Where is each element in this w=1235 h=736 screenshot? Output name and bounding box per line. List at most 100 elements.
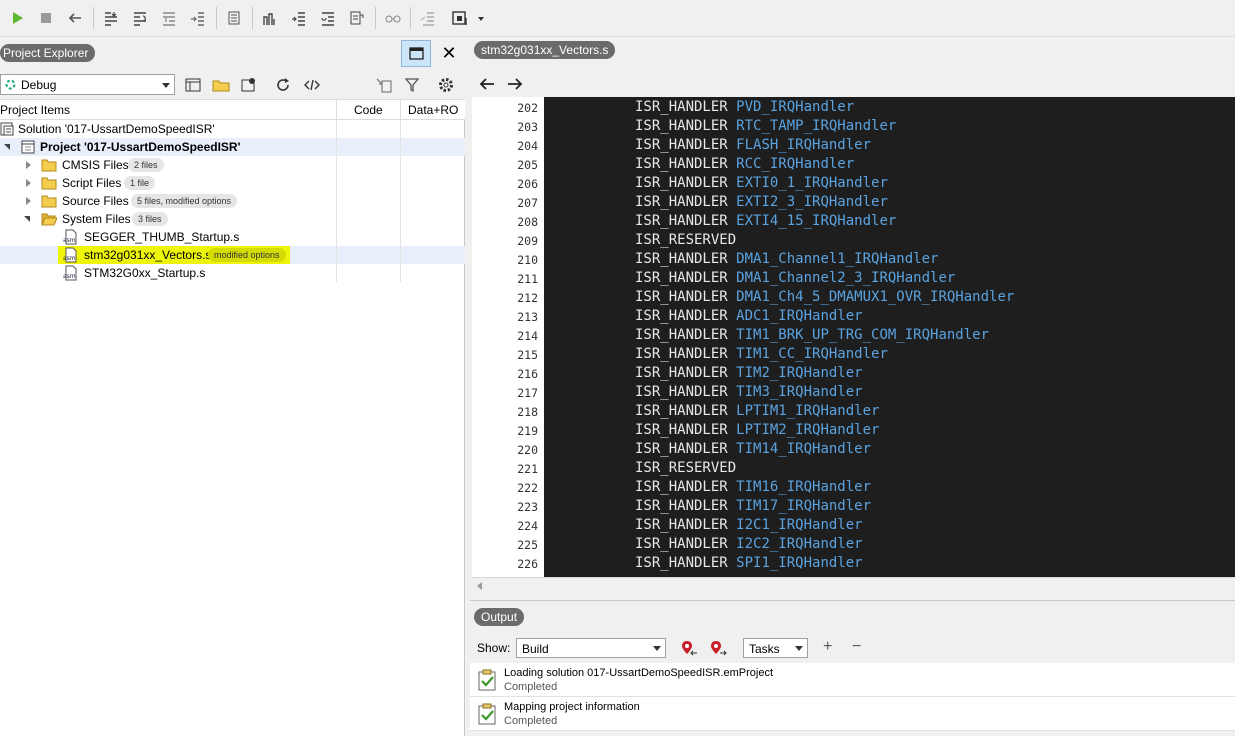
code-line[interactable]: ISR_HANDLER TIM2_IRQHandler [635, 365, 863, 381]
code-line[interactable]: ISR_HANDLER EXTI2_3_IRQHandler [635, 194, 888, 210]
gear-icon[interactable] [437, 76, 455, 94]
line-number: 209 [517, 234, 538, 248]
tree-row-source-files[interactable]: Source Files 5 files, modified options [0, 192, 465, 210]
output-message[interactable]: Mapping project information Completed [470, 697, 1235, 731]
expand-toggle[interactable] [4, 144, 10, 150]
breakpoint-list-icon[interactable] [225, 9, 243, 27]
code-identifier: FLASH_IRQHandler [736, 137, 872, 153]
step-over-icon[interactable] [131, 9, 149, 27]
line-number: 222 [517, 481, 538, 495]
build-icon[interactable] [261, 9, 279, 27]
code-line[interactable]: ISR_HANDLER RCC_IRQHandler [635, 156, 854, 172]
code-area[interactable]: ISR_HANDLER PVD_IRQHandler ISR_HANDLER RT… [544, 97, 1235, 577]
code-line[interactable]: ISR_HANDLER TIM14_IRQHandler [635, 441, 871, 457]
step-out-icon[interactable] [160, 9, 178, 27]
code-line[interactable]: ISR_RESERVED [635, 460, 736, 476]
output-title: Output [474, 608, 525, 626]
column-divider[interactable] [400, 100, 401, 120]
target-connect-icon[interactable] [451, 9, 469, 27]
code-line[interactable]: ISR_HANDLER LPTIM1_IRQHandler [635, 403, 879, 419]
step-into-icon[interactable] [102, 9, 120, 27]
column-header-project-items[interactable]: Project Items [0, 103, 70, 117]
window-icon [409, 47, 424, 60]
navigate-back-icon[interactable] [477, 74, 497, 94]
tree-row-file[interactable]: asm STM32G0xx_Startup.s [0, 264, 465, 282]
tasks-select[interactable]: Tasks [743, 638, 808, 658]
refresh-icon[interactable] [274, 76, 292, 94]
tree-row-project[interactable]: Project '017-UssartDemoSpeedISR' [0, 138, 465, 156]
code-line[interactable]: ISR_HANDLER TIM1_CC_IRQHandler [635, 346, 888, 362]
expand-toggle[interactable] [26, 179, 31, 187]
code-line[interactable]: ISR_HANDLER EXTI0_1_IRQHandler [635, 175, 888, 191]
add-icon[interactable]: + [823, 638, 832, 656]
properties-window-icon[interactable] [184, 76, 202, 94]
column-header-code[interactable]: Code [354, 103, 383, 117]
code-line[interactable]: ISR_HANDLER EXTI4_15_IRQHandler [635, 213, 896, 229]
code-line[interactable]: ISR_HANDLER I2C2_IRQHandler [635, 536, 863, 552]
back-icon[interactable] [66, 9, 84, 27]
code-identifier: EXTI0_1_IRQHandler [736, 175, 888, 191]
code-icon[interactable] [303, 76, 321, 94]
clean-icon[interactable] [348, 9, 366, 27]
import-file-icon[interactable] [375, 76, 393, 94]
horizontal-scrollbar[interactable] [472, 577, 1235, 593]
code-line[interactable]: ISR_RESERVED [635, 232, 736, 248]
code-line[interactable]: ISR_HANDLER DMA1_Channel2_3_IRQHandler [635, 270, 955, 286]
tree-row-system-files[interactable]: System Files 3 files [0, 210, 465, 228]
code-line[interactable]: ISR_HANDLER I2C1_IRQHandler [635, 517, 863, 533]
configuration-select[interactable]: Debug [0, 74, 175, 95]
code-line[interactable]: ISR_HANDLER TIM3_IRQHandler [635, 384, 863, 400]
tree-row-solution[interactable]: Solution '017-UssartDemoSpeedISR' [0, 120, 465, 138]
remove-icon[interactable]: − [852, 638, 861, 656]
compile-icon[interactable] [290, 9, 308, 27]
folder-icon [41, 157, 57, 173]
expand-toggle[interactable] [24, 216, 30, 222]
tree-row-file[interactable]: asm SEGGER_THUMB_Startup.s [0, 228, 465, 246]
code-line[interactable]: ISR_HANDLER SPI1_IRQHandler [635, 555, 863, 571]
code-identifier: TIM2_IRQHandler [736, 365, 863, 381]
configuration-value: Debug [21, 78, 57, 92]
column-divider[interactable] [336, 100, 337, 120]
output-message[interactable]: Loading solution 017-UssartDemoSpeedISR.… [470, 663, 1235, 697]
scroll-left-icon[interactable] [477, 582, 482, 590]
close-icon[interactable]: ✕ [440, 44, 458, 62]
expand-toggle[interactable] [26, 197, 31, 205]
rebuild-icon[interactable] [319, 9, 337, 27]
filter-icon[interactable] [403, 76, 421, 94]
stop-icon[interactable] [37, 9, 55, 27]
tree-row-label: Script Files [62, 176, 122, 190]
code-line[interactable]: ISR_HANDLER RTC_TAMP_IRQHandler [635, 118, 896, 134]
disassembly-icon[interactable] [419, 9, 437, 27]
expand-toggle[interactable] [26, 161, 31, 169]
run-to-cursor-icon[interactable] [189, 9, 207, 27]
settings-window-icon[interactable] [240, 76, 258, 94]
file-count-badge: 2 files [128, 158, 164, 172]
editor-tab[interactable]: stm32g031xx_Vectors.s [474, 41, 616, 59]
tree-row-cmsis-files[interactable]: CMSIS Files 2 files [0, 156, 465, 174]
glasses-icon[interactable] [384, 9, 402, 27]
code-line[interactable]: ISR_HANDLER FLASH_IRQHandler [635, 137, 871, 153]
code-editor-panel: stm32g031xx_Vectors.s 202 203 204 205 206 207… [470, 37, 1235, 595]
navigate-forward-icon[interactable] [505, 74, 525, 94]
code-line[interactable]: ISR_HANDLER TIM17_IRQHandler [635, 498, 871, 514]
code-line[interactable]: ISR_HANDLER TIM1_BRK_UP_TRG_COM_IRQHandl… [635, 327, 989, 343]
chevron-down-icon [162, 83, 170, 88]
code-line[interactable]: ISR_HANDLER LPTIM2_IRQHandler [635, 422, 879, 438]
code-line[interactable]: ISR_HANDLER ADC1_IRQHandler [635, 308, 863, 324]
code-keyword: ISR_HANDLER [635, 99, 728, 115]
project-explorer-header: Project Explorer ✕ [0, 37, 465, 69]
previous-location-icon[interactable] [680, 639, 698, 657]
chevron-down-icon[interactable] [472, 9, 484, 27]
code-line[interactable]: ISR_HANDLER DMA1_Channel1_IRQHandler [635, 251, 938, 267]
play-icon[interactable] [8, 9, 26, 27]
code-line[interactable]: ISR_HANDLER DMA1_Ch4_5_DMAMUX1_OVR_IRQHa… [635, 289, 1014, 305]
next-location-icon[interactable] [709, 639, 727, 657]
add-folder-icon[interactable] [212, 76, 230, 94]
tree-row-script-files[interactable]: Script Files 1 file [0, 174, 465, 192]
column-header-data-ro[interactable]: Data+RO [408, 103, 458, 117]
tree-row-file-selected[interactable]: asm stm32g031xx_Vectors.s modified optio… [0, 246, 465, 264]
show-select[interactable]: Build [516, 638, 666, 658]
dock-panel-button[interactable] [401, 40, 431, 67]
code-line[interactable]: ISR_HANDLER TIM16_IRQHandler [635, 479, 871, 495]
code-line[interactable]: ISR_HANDLER PVD_IRQHandler [635, 99, 854, 115]
